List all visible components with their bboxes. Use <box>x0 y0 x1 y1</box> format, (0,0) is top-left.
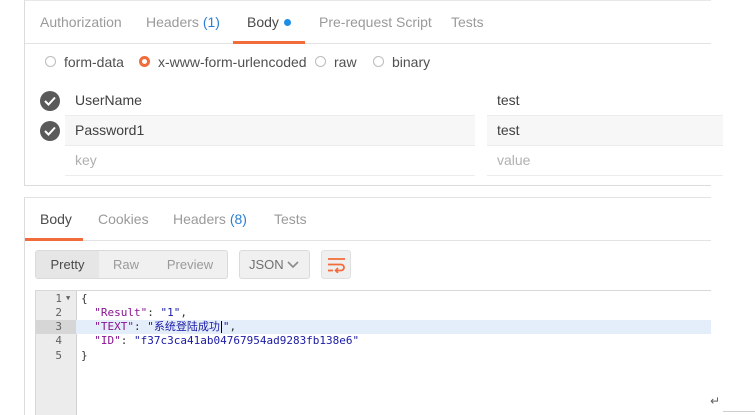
active-tab-underline <box>25 238 83 241</box>
tab-authorization[interactable]: Authorization <box>40 1 122 43</box>
open-brace: { <box>81 292 88 305</box>
radio-circle-icon <box>315 55 326 67</box>
tab-headers-count: (1) <box>202 14 220 30</box>
json-value: "f37c3ca41ab04767954ad9283fb138e6" <box>134 334 360 347</box>
code-line: "TEXT": "系统登陆成功 ", <box>94 320 237 333</box>
divider <box>723 411 755 412</box>
paragraph-return-icon: ↵ <box>710 394 721 408</box>
request-tabbar: Authorization Headers (1) Body Pre-reque… <box>25 1 711 44</box>
wrap-lines-icon <box>328 258 345 273</box>
radio-binary[interactable]: binary <box>373 51 430 73</box>
tab-tests-label: Tests <box>451 14 484 30</box>
chevron-down-icon <box>287 261 299 269</box>
new-param-row: key value <box>25 146 723 176</box>
line-number: 5 <box>55 349 62 362</box>
json-value-end: " <box>222 320 230 333</box>
tab-headers-label: Headers <box>146 14 203 30</box>
response-panel: Body Cookies Headers (8) Tests Pretty Ra… <box>24 197 711 415</box>
response-tab-headers[interactable]: Headers (8) <box>173 198 247 240</box>
response-tab-headers-label: Headers <box>173 211 230 227</box>
json-key: "TEXT" <box>94 320 134 333</box>
radio-urlencoded-label: x-www-form-urlencoded <box>158 54 307 70</box>
text-cursor <box>220 321 222 333</box>
radio-form-data-label: form-data <box>64 54 124 70</box>
tab-pre-request-label: Pre-request Script <box>319 14 432 30</box>
radio-raw-label: raw <box>334 54 357 70</box>
radio-raw[interactable]: raw <box>315 51 357 73</box>
json-key: "ID" <box>94 334 121 347</box>
format-select-value: JSON <box>249 257 284 272</box>
tab-headers[interactable]: Headers (1) <box>146 1 220 43</box>
line-number: 1 <box>55 292 62 305</box>
radio-circle-icon <box>45 55 56 67</box>
tab-tests[interactable]: Tests <box>451 1 484 43</box>
response-tab-body[interactable]: Body <box>40 198 72 240</box>
view-preview-button[interactable]: Preview <box>153 251 227 278</box>
code-line: { <box>81 292 88 306</box>
json-comma: , <box>180 306 187 319</box>
response-tab-tests-label: Tests <box>274 211 307 227</box>
response-tab-tests[interactable]: Tests <box>274 198 307 240</box>
line-number: 3 <box>55 320 62 333</box>
json-value: "系统登陆成功 <box>147 320 220 333</box>
request-panel: Authorization Headers (1) Body Pre-reque… <box>24 0 723 186</box>
response-tab-cookies[interactable]: Cookies <box>98 198 149 240</box>
param-key-input[interactable]: UserName <box>65 86 475 116</box>
wrap-lines-button[interactable] <box>321 250 351 279</box>
code-line: "Result": "1", <box>94 306 187 319</box>
fold-arrow-icon[interactable]: ▼ <box>66 294 70 302</box>
view-pretty-button[interactable]: Pretty <box>36 251 99 278</box>
param-enabled-checkbox[interactable] <box>40 91 60 111</box>
active-tab-underline <box>233 41 305 44</box>
radio-binary-label: binary <box>392 54 431 70</box>
param-enabled-checkbox[interactable] <box>40 121 60 141</box>
radio-form-data[interactable]: form-data <box>45 51 124 73</box>
close-brace: } <box>81 349 88 362</box>
response-tabbar: Body Cookies Headers (8) Tests <box>25 198 711 241</box>
modified-dot-icon <box>283 18 291 26</box>
tab-body[interactable]: Body <box>247 1 291 43</box>
param-key-input[interactable]: Password1 <box>65 116 475 146</box>
json-key: "Result" <box>94 306 148 319</box>
param-row: Password1 test <box>25 116 723 146</box>
new-param-key-input[interactable]: key <box>65 146 475 176</box>
tab-authorization-label: Authorization <box>40 14 122 30</box>
json-comma: , <box>229 320 237 333</box>
radio-x-www-form-urlencoded[interactable]: x-www-form-urlencoded <box>139 51 307 73</box>
param-value-input[interactable]: test <box>487 116 723 146</box>
view-mode-toggle: Pretty Raw Preview <box>35 250 228 279</box>
tab-body-label: Body <box>247 14 279 30</box>
new-param-value-input[interactable]: value <box>487 146 723 176</box>
response-code-editor[interactable]: 1 ▼ 2 3 4 5 { "Result": "1", "TEXT": "系统… <box>35 290 711 415</box>
param-value-input[interactable]: test <box>487 86 723 116</box>
response-tab-body-label: Body <box>40 211 72 227</box>
format-select[interactable]: JSON <box>239 250 310 279</box>
json-value: "1" <box>160 306 181 319</box>
line-number: 4 <box>55 334 62 347</box>
response-tab-cookies-label: Cookies <box>98 211 149 227</box>
check-icon <box>44 96 56 106</box>
tab-pre-request-script[interactable]: Pre-request Script <box>319 1 432 43</box>
radio-circle-icon <box>373 55 384 67</box>
code-line: "ID": "f37c3ca41ab04767954ad9283fb138e6" <box>94 334 360 347</box>
check-icon <box>44 126 56 136</box>
response-tab-headers-count: (8) <box>229 211 247 227</box>
radio-selected-icon <box>139 55 150 67</box>
line-number: 2 <box>55 306 62 319</box>
code-line: } <box>81 349 88 363</box>
view-raw-button[interactable]: Raw <box>99 251 153 278</box>
param-row: UserName test <box>25 86 723 116</box>
